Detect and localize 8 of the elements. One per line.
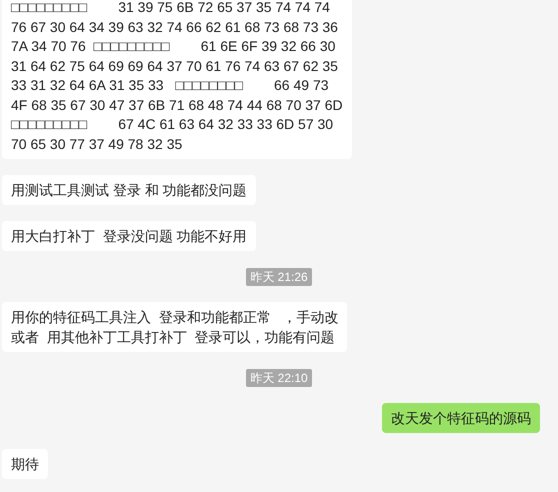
message-bubble: 用你的特征码工具注入 登录和功能都正常 ，手动改 或者 用其他补丁工具打补丁 登录可以，功能有问题 <box>2 302 348 352</box>
message-bubble: 用大白打补丁 登录没问题 功能不好用 <box>2 221 256 251</box>
timestamp: 昨天 22:10 <box>246 369 312 387</box>
message-bubble: 改天发个特征码的源码 <box>382 403 540 433</box>
timestamp: 昨天 21:26 <box>246 268 312 286</box>
message-bubble: 期待 <box>2 449 48 479</box>
message-bubble: 用测试工具测试 登录 和 功能都没问题 <box>2 175 256 205</box>
message-bubble: □□□□□□□□□ 31 39 75 6B 72 65 37 35 74 74 74 76 67 30 64 34 39 63 32 74 66 62 61 68 73 68 73 36 7A 34 70 76 □□□□□□□□□ 61 6E 6F 39 32 66 30 31 64 62 75 64 69 69 64 37 70 61 76 74 63 67 62 35 33 31 32 64 6A 31 35 33 □□□□□□□□ 66 49 73 4F 68 35 67 30 47 37 6B 71 68 48 74 44 68 70 37 6D □□□□□□□□□ 67 4C 61 63 64 32 33 33 6D 57 30 70 65 30 77 37 49 78 32 35 <box>2 0 352 159</box>
